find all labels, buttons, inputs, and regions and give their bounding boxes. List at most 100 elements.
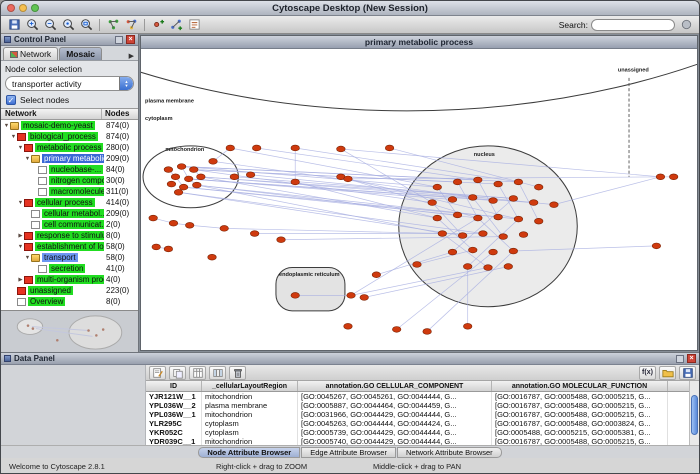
tree-expander-icon[interactable]: ▼ <box>10 134 17 140</box>
delete-attribute-icon[interactable] <box>229 366 246 380</box>
network-node[interactable] <box>197 174 206 180</box>
table-header[interactable]: ID_cellularLayoutRegionannotation.GO CEL… <box>146 381 699 392</box>
network-node[interactable] <box>499 234 508 240</box>
column-settings-icon[interactable] <box>209 366 226 380</box>
tab-mosaic[interactable]: Mosaic <box>59 47 102 60</box>
create-attribute-icon[interactable] <box>149 366 166 380</box>
tree-row[interactable]: ▶multi-organism proc...4(0) <box>1 274 138 285</box>
network-node[interactable] <box>167 181 176 187</box>
tree-row[interactable]: ▼biological_process874(0) <box>1 131 138 142</box>
network-node[interactable] <box>177 164 186 170</box>
network-navigator[interactable] <box>1 310 138 352</box>
node-color-combobox[interactable]: transporter activity ▲ ▼ <box>5 76 134 91</box>
zoom-out-icon[interactable] <box>42 17 58 32</box>
tree-row[interactable]: ▶response to stimulus8(0) <box>1 230 138 241</box>
zoom-fit-icon[interactable] <box>78 17 94 32</box>
tree-row[interactable]: cell communicat...2(0) <box>1 219 138 230</box>
tab-network[interactable]: Network <box>3 47 58 60</box>
network-node[interactable] <box>534 184 543 190</box>
close-panel-button[interactable]: × <box>687 354 696 363</box>
tree-row[interactable]: macromolecule...311(0) <box>1 186 138 197</box>
network-node[interactable] <box>164 246 173 252</box>
scrollbar-thumb[interactable] <box>691 395 698 435</box>
network-node[interactable] <box>413 262 422 268</box>
network-node[interactable] <box>423 329 432 335</box>
network-node[interactable] <box>291 292 300 298</box>
tree-row[interactable]: secretion41(0) <box>1 263 138 274</box>
network-node[interactable] <box>494 214 503 220</box>
tree-column-headers[interactable]: Network Nodes <box>1 108 138 120</box>
tree-row[interactable]: ▼cellular process414(0) <box>1 197 138 208</box>
table-scrollbar[interactable] <box>689 381 699 445</box>
network-node[interactable] <box>489 249 498 255</box>
network-node[interactable] <box>479 231 488 237</box>
network-node[interactable] <box>529 200 538 206</box>
tree-expander-icon[interactable]: ▼ <box>17 145 24 151</box>
network-node[interactable] <box>291 145 300 151</box>
table-row[interactable]: YKR052Ccytoplasm[GO:0005739, GO:0044429,… <box>146 428 699 437</box>
select-nodes-checkbox[interactable]: ✓ <box>6 95 16 105</box>
tree-expander-icon[interactable]: ▼ <box>17 244 24 250</box>
network-node[interactable] <box>448 249 457 255</box>
network-node[interactable] <box>277 237 286 243</box>
network-node[interactable] <box>514 179 523 185</box>
network-graph[interactable]: plasma membranecytoplasmmitochondrionnuc… <box>141 49 697 350</box>
vizmapper-icon[interactable] <box>123 17 139 32</box>
tree-expander-icon[interactable]: ▼ <box>24 156 31 162</box>
tree-expander-icon[interactable]: ▼ <box>24 255 31 261</box>
tree-expander-icon[interactable]: ▼ <box>3 123 10 129</box>
network-node[interactable] <box>509 196 518 202</box>
search-options-button[interactable] <box>678 17 694 32</box>
network-node[interactable] <box>246 172 255 178</box>
network-node[interactable] <box>164 167 173 173</box>
tree-header-nodes[interactable]: Nodes <box>102 109 138 119</box>
table-row[interactable]: YPL036W__2plasma membrane[GO:0005887, GO… <box>146 401 699 410</box>
network-node[interactable] <box>230 174 239 180</box>
network-node[interactable] <box>193 182 202 188</box>
window-titlebar[interactable]: Cytoscape Desktop (New Session) <box>1 1 699 16</box>
tree-expander-icon[interactable]: ▼ <box>17 200 24 206</box>
zoom-window-button[interactable] <box>31 4 39 12</box>
network-canvas[interactable]: plasma membranecytoplasmmitochondrionnuc… <box>141 49 697 350</box>
network-node[interactable] <box>484 265 493 271</box>
save-attributes-icon[interactable] <box>679 366 696 380</box>
network-node[interactable] <box>469 247 478 253</box>
table-row[interactable]: YPL036W__1mitochondrion[GO:0031966, GO:0… <box>146 410 699 419</box>
float-panel-button[interactable] <box>676 355 684 363</box>
network-node[interactable] <box>474 215 483 221</box>
network-node[interactable] <box>652 243 661 249</box>
network-node[interactable] <box>428 200 437 206</box>
network-node[interactable] <box>174 189 183 195</box>
network-node[interactable] <box>656 174 665 180</box>
network-node[interactable] <box>519 232 528 238</box>
network-node[interactable] <box>385 145 394 151</box>
table-column-header[interactable]: annotation.GO CELLULAR_COMPONENT <box>298 381 492 391</box>
network-node[interactable] <box>189 167 198 173</box>
tree-row[interactable]: unassigned223(0) <box>1 285 138 296</box>
network-node[interactable] <box>504 264 513 270</box>
tab-node-attribute-browser[interactable]: Node Attribute Browser <box>198 447 300 458</box>
network-node[interactable] <box>489 198 498 204</box>
network-node[interactable] <box>360 295 369 301</box>
formula-builder-button[interactable]: f(x) <box>639 366 656 380</box>
network-node[interactable] <box>453 212 462 218</box>
zoom-selected-icon[interactable] <box>60 17 76 32</box>
network-node[interactable] <box>344 176 353 182</box>
tree-expander-icon[interactable]: ▶ <box>17 233 24 239</box>
tree-row[interactable]: nucleobase-...84(0) <box>1 164 138 175</box>
save-session-icon[interactable] <box>6 17 22 32</box>
network-node[interactable] <box>550 202 559 208</box>
network-node[interactable] <box>534 218 543 224</box>
network-node[interactable] <box>250 231 259 237</box>
network-node[interactable] <box>433 184 442 190</box>
network-node[interactable] <box>152 244 161 250</box>
network-view-title[interactable]: primary metabolic process <box>141 36 697 49</box>
data-panel-titlebar[interactable]: Data Panel × <box>1 353 699 365</box>
tree-expander-icon[interactable]: ▶ <box>17 277 24 283</box>
table-row[interactable]: YDR039C__1mitochondrion[GO:0005740, GO:0… <box>146 437 699 445</box>
table-column-header[interactable]: annotation.GO MOLECULAR_FUNCTION <box>492 381 668 391</box>
copy-attribute-icon[interactable] <box>169 366 186 380</box>
network-node[interactable] <box>208 254 217 260</box>
network-node[interactable] <box>453 179 462 185</box>
network-node[interactable] <box>347 292 356 298</box>
